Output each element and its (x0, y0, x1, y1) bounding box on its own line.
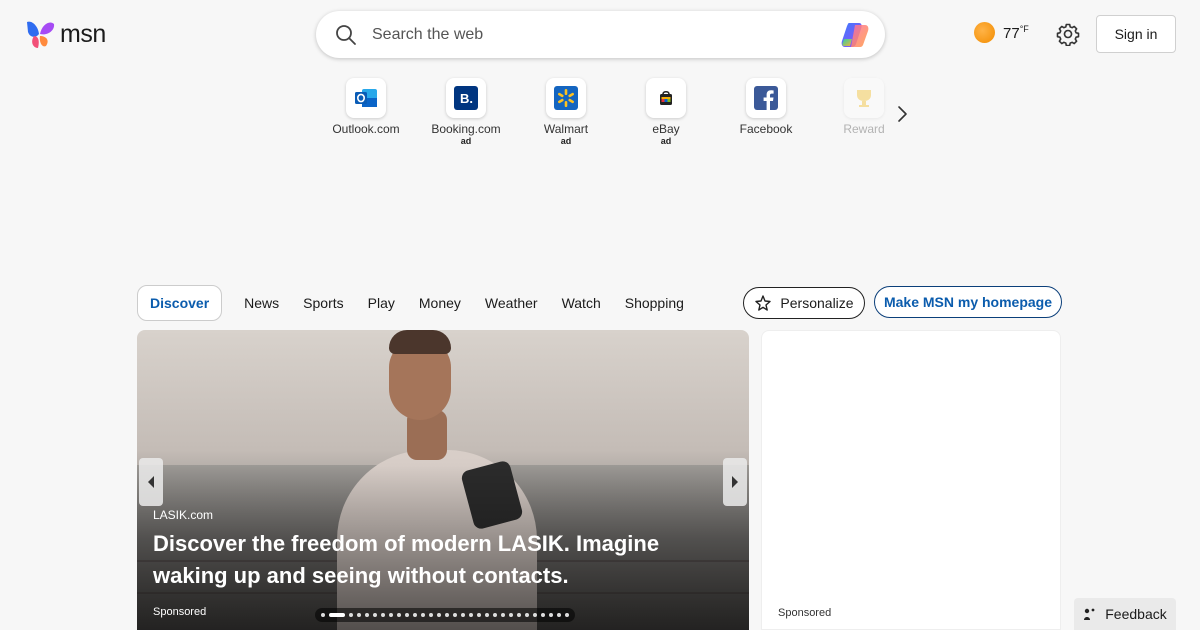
tab-money[interactable]: Money (419, 295, 461, 311)
caret-left-icon (148, 476, 154, 488)
tab-sports[interactable]: Sports (303, 295, 343, 311)
quicklink-tile: B. (446, 78, 486, 118)
feedback-button[interactable]: Feedback (1074, 598, 1176, 630)
sign-in-button[interactable]: Sign in (1096, 15, 1176, 53)
butterfly-icon (27, 21, 55, 48)
quicklink-tile (844, 78, 884, 118)
hero-source: LASIK.com (153, 508, 214, 522)
walmart-icon (554, 86, 578, 110)
quicklink-label: Facebook (739, 122, 793, 136)
feedback-icon (1084, 608, 1095, 620)
carousel-dot[interactable] (421, 613, 425, 617)
carousel-dot[interactable] (477, 613, 481, 617)
tab-play[interactable]: Play (368, 295, 395, 311)
sparkle-star-icon (755, 295, 772, 311)
chevron-right-icon[interactable] (892, 102, 912, 126)
carousel-dot[interactable] (429, 613, 433, 617)
booking-icon: B. (454, 86, 478, 110)
feed-tabs: Discover News Sports Play Money Weather … (137, 285, 708, 321)
carousel-dot[interactable] (349, 613, 353, 617)
facebook-icon (754, 86, 778, 110)
carousel-dot[interactable] (445, 613, 449, 617)
personalize-label: Personalize (780, 295, 854, 311)
carousel-dot[interactable] (397, 613, 401, 617)
carousel-dot[interactable] (541, 613, 545, 617)
quicklink-label: Outlook.com (332, 122, 400, 136)
temperature: 77°F (1003, 23, 1029, 42)
logo-text: msn (60, 19, 106, 48)
carousel-prev-button[interactable] (139, 458, 163, 506)
sun-icon (974, 22, 995, 43)
carousel-dot[interactable] (533, 613, 537, 617)
quicklink-tile (746, 78, 786, 118)
carousel-dot[interactable] (373, 613, 377, 617)
outlook-icon (355, 89, 377, 107)
svg-text:B.: B. (460, 91, 473, 106)
carousel-dot[interactable] (437, 613, 441, 617)
carousel-dot[interactable] (469, 613, 473, 617)
carousel-dot[interactable] (321, 613, 325, 617)
carousel-dot[interactable] (405, 613, 409, 617)
ad-label: ad (560, 136, 572, 146)
personalize-button[interactable]: Personalize (743, 287, 865, 319)
search-input[interactable] (372, 25, 839, 44)
carousel-dot[interactable] (501, 613, 505, 617)
ad-label: ad (660, 136, 672, 146)
hero-carousel[interactable]: LASIK.com Discover the freedom of modern… (137, 330, 749, 630)
carousel-dot[interactable] (461, 613, 465, 617)
ad-card[interactable]: Sponsored (761, 330, 1061, 630)
carousel-dot[interactable] (357, 613, 361, 617)
copilot-icon[interactable] (839, 20, 873, 50)
quicklink-ebay[interactable]: eBay ad (616, 78, 716, 146)
search-box[interactable] (316, 11, 885, 58)
quicklink-tile (546, 78, 586, 118)
feedback-label: Feedback (1105, 606, 1167, 622)
quicklink-label: Walmart (543, 122, 589, 136)
caret-right-icon (732, 476, 738, 488)
carousel-dot[interactable] (557, 613, 561, 617)
quicklink-facebook[interactable]: Facebook (716, 78, 816, 136)
gear-icon[interactable] (1056, 22, 1080, 46)
quicklink-booking[interactable]: B. Booking.com ad (416, 78, 516, 146)
carousel-dot[interactable] (413, 613, 417, 617)
sponsored-label: Sponsored (778, 607, 832, 619)
ebay-icon (660, 90, 672, 105)
reward-icon (857, 90, 871, 107)
make-homepage-button[interactable]: Make MSN my homepage (874, 286, 1062, 318)
carousel-dot[interactable] (525, 613, 529, 617)
msn-logo[interactable]: msn (24, 18, 106, 50)
carousel-dot[interactable] (485, 613, 489, 617)
carousel-dot[interactable] (329, 613, 345, 617)
carousel-dot[interactable] (517, 613, 521, 617)
quicklink-walmart[interactable]: Walmart ad (516, 78, 616, 146)
quicklink-tile (646, 78, 686, 118)
carousel-dot[interactable] (509, 613, 513, 617)
quick-links: Outlook.com B. Booking.com ad Walmart ad… (316, 78, 916, 148)
quicklink-outlook[interactable]: Outlook.com (316, 78, 416, 136)
tab-news[interactable]: News (244, 295, 279, 311)
tab-discover[interactable]: Discover (137, 285, 223, 321)
tab-shopping[interactable]: Shopping (625, 295, 684, 311)
carousel-dot[interactable] (453, 613, 457, 617)
sponsored-label: Sponsored (153, 606, 207, 618)
carousel-dots (315, 608, 575, 622)
quicklink-tile (346, 78, 386, 118)
tab-watch[interactable]: Watch (562, 295, 601, 311)
carousel-dot[interactable] (549, 613, 553, 617)
ad-label: ad (460, 136, 472, 146)
carousel-dot[interactable] (365, 613, 369, 617)
quicklink-label: Booking.com (431, 122, 501, 136)
weather-widget[interactable]: 77°F (974, 22, 1029, 43)
hero-title[interactable]: Discover the freedom of modern LASIK. Im… (153, 528, 713, 592)
tab-weather[interactable]: Weather (485, 295, 538, 311)
carousel-dot[interactable] (565, 613, 569, 617)
search-icon[interactable] (334, 23, 358, 47)
carousel-dot[interactable] (493, 613, 497, 617)
carousel-dot[interactable] (389, 613, 393, 617)
carousel-dot[interactable] (381, 613, 385, 617)
carousel-next-button[interactable] (723, 458, 747, 506)
quicklink-label: eBay (652, 122, 680, 136)
